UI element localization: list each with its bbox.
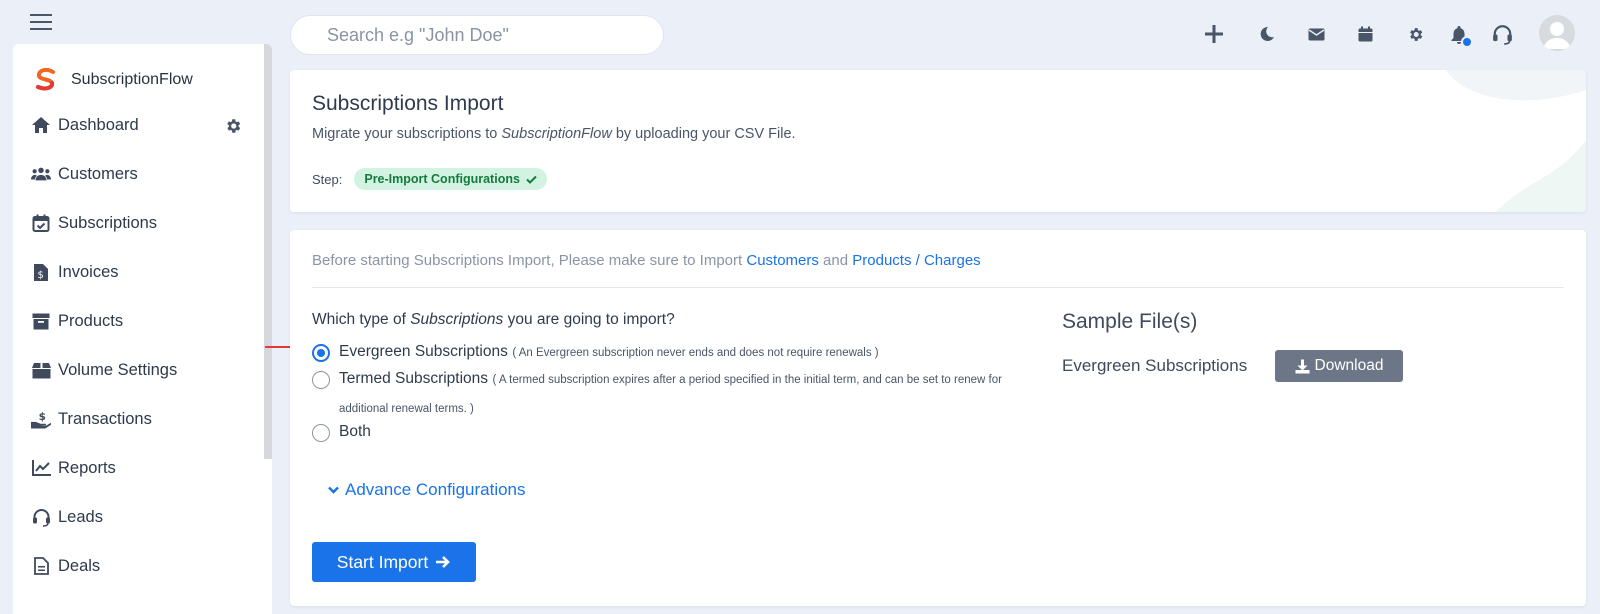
search-input[interactable] <box>290 15 664 55</box>
radio-evergreen[interactable]: Evergreen Subscriptions ( An Evergreen s… <box>312 343 879 362</box>
sidebar-item-subscriptions[interactable]: Subscriptions <box>31 210 251 236</box>
sidebar-item-transactions[interactable]: $ Transactions <box>31 406 251 432</box>
bell-icon[interactable] <box>1447 22 1473 48</box>
sidebar-item-label: Dashboard <box>58 115 139 134</box>
sidebar-item-label: Invoices <box>58 262 119 281</box>
step-label: Step: <box>312 171 343 187</box>
customers-link[interactable]: Customers <box>746 252 819 269</box>
brand-name: SubscriptionFlow <box>71 71 193 88</box>
import-config-card: Before starting Subscriptions Import, Pl… <box>290 230 1586 606</box>
gear-icon[interactable] <box>1403 22 1427 46</box>
sidebar-item-label: Deals <box>58 556 101 575</box>
archive-icon <box>31 311 51 331</box>
chevron-down-icon <box>328 486 339 494</box>
download-button[interactable]: Download <box>1275 350 1403 382</box>
page-title: Subscriptions Import <box>312 92 504 115</box>
products-charges-link[interactable]: Products / Charges <box>852 252 980 269</box>
radio-label: Termed Subscriptions ( A termed subscrip… <box>339 370 1002 415</box>
brand[interactable]: SubscriptionFlow <box>33 68 193 92</box>
subscriptionflow-logo-icon <box>33 68 59 92</box>
sidebar-scrollbar[interactable] <box>264 44 272 459</box>
moon-icon[interactable] <box>1255 22 1279 46</box>
sidebar-item-volume-settings[interactable]: Volume Settings <box>31 357 251 383</box>
headset-icon[interactable] <box>1490 22 1514 46</box>
radio-label: Evergreen Subscriptions ( An Evergreen s… <box>339 343 879 360</box>
avatar[interactable] <box>1539 15 1575 51</box>
decorative-shape <box>1386 70 1586 212</box>
sidebar-item-deals[interactable]: Deals <box>31 553 251 579</box>
users-icon <box>31 164 51 184</box>
menu-icon[interactable] <box>30 13 54 31</box>
calendar-icon[interactable] <box>1353 22 1377 46</box>
sidebar-item-products[interactable]: Products <box>31 308 251 334</box>
sidebar-item-label: Products <box>58 311 124 330</box>
page-subtitle: Migrate your subscriptions to Subscripti… <box>312 126 796 142</box>
sidebar-item-label: Transactions <box>58 409 152 428</box>
arrow-right-icon <box>435 555 451 569</box>
radio-button[interactable] <box>312 371 330 389</box>
prerequisite-note: Before starting Subscriptions Import, Pl… <box>312 252 981 269</box>
notification-dot <box>1461 36 1473 48</box>
check-icon <box>526 175 537 184</box>
radio-both[interactable]: Both <box>312 423 371 442</box>
sidebar-item-label: Subscriptions <box>58 213 158 232</box>
sidebar-item-reports[interactable]: Reports <box>31 455 251 481</box>
step-badge: Pre-Import Configurations <box>354 168 547 190</box>
svg-text:$: $ <box>38 270 44 281</box>
subscription-type-question: Which type of Subscriptions you are goin… <box>312 311 675 328</box>
radio-button[interactable] <box>312 424 330 442</box>
svg-text:$: $ <box>39 410 46 422</box>
sidebar-item-leads[interactable]: Leads <box>31 504 251 530</box>
sidebar: SubscriptionFlow Dashboard Customers Sub… <box>13 44 272 614</box>
radio-button[interactable] <box>312 344 330 362</box>
import-header-card: Subscriptions Import Migrate your subscr… <box>290 70 1586 212</box>
sidebar-item-label: Leads <box>58 507 103 526</box>
radio-termed[interactable]: Termed Subscriptions ( A termed subscrip… <box>312 370 1019 423</box>
radio-label: Both <box>339 423 371 440</box>
envelope-icon[interactable] <box>1304 22 1328 46</box>
sample-file-name: Evergreen Subscriptions <box>1062 356 1248 375</box>
step-indicator: Step: Pre-Import Configurations <box>312 168 547 190</box>
hand-dollar-icon: $ <box>31 409 51 429</box>
chart-line-icon <box>31 458 51 478</box>
advance-configurations-toggle[interactable]: Advance Configurations <box>328 480 526 500</box>
sidebar-item-label: Volume Settings <box>58 360 178 379</box>
divider <box>312 287 1564 288</box>
file-icon <box>31 556 51 576</box>
download-icon <box>1295 359 1310 374</box>
calendar-check-icon <box>31 213 51 233</box>
sample-files-title: Sample File(s) <box>1062 310 1198 333</box>
sidebar-item-dashboard[interactable]: Dashboard <box>31 112 251 138</box>
sidebar-item-invoices[interactable]: $ Invoices <box>31 259 251 285</box>
boxes-icon <box>31 360 51 380</box>
invoice-icon: $ <box>31 262 51 282</box>
headset-icon <box>31 507 51 527</box>
start-import-button[interactable]: Start Import <box>312 542 476 582</box>
sidebar-item-label: Reports <box>58 458 116 477</box>
sidebar-item-label: Customers <box>58 164 138 183</box>
sidebar-item-customers[interactable]: Customers <box>31 161 251 187</box>
plus-icon[interactable] <box>1202 22 1226 46</box>
home-icon <box>31 115 51 135</box>
